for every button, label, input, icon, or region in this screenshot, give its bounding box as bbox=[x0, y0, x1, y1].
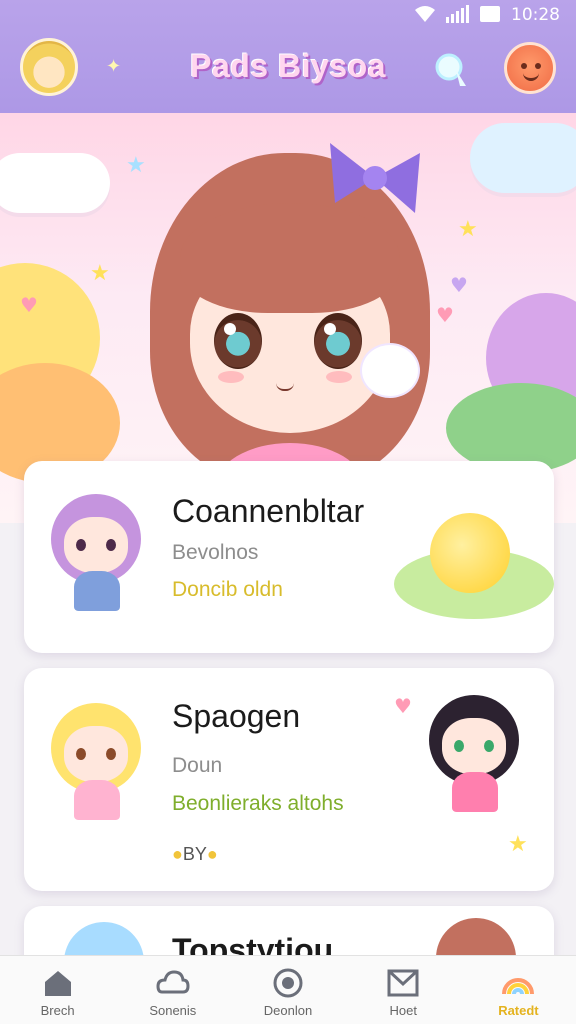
heart-icon: ♥ bbox=[394, 694, 412, 718]
card-badge: ●BY● bbox=[172, 844, 218, 864]
nav-label: Sonenis bbox=[149, 1003, 197, 1018]
bottom-navigation: Brech Sonenis Deonlon Hoet Ratedt bbox=[0, 955, 576, 1024]
nav-item-home[interactable]: Brech bbox=[0, 956, 115, 1024]
status-bar: 10:28 bbox=[0, 0, 576, 30]
nav-label: Hoet bbox=[389, 1003, 417, 1018]
app-header: 10:28 ✦ Pads Biysoa bbox=[0, 0, 576, 113]
signal-icon bbox=[446, 5, 469, 23]
card-detail: Doncib oldn bbox=[172, 578, 283, 601]
star-icon: ★ bbox=[90, 261, 110, 286]
nav-item-hoet[interactable]: Hoet bbox=[346, 956, 461, 1024]
character-card[interactable]: Coannenbltar Bevolnos Doncib oldn bbox=[24, 461, 554, 653]
inbox-icon bbox=[387, 969, 419, 997]
status-time: 10:28 bbox=[511, 5, 560, 25]
bow-icon bbox=[330, 143, 420, 213]
rainbow-icon bbox=[502, 978, 535, 995]
card-subtitle: Bevolnos bbox=[172, 541, 259, 564]
star-icon: ★ bbox=[126, 153, 146, 178]
chick-illustration bbox=[360, 343, 420, 398]
eye-icon bbox=[521, 63, 527, 69]
app-title: Pads Biysoa bbox=[190, 48, 386, 84]
profile-button[interactable] bbox=[504, 42, 556, 94]
heart-icon: ♥ bbox=[20, 293, 38, 317]
coin-icon: ● bbox=[206, 844, 218, 864]
nav-label: Deonlon bbox=[263, 1003, 313, 1018]
smile-icon bbox=[523, 73, 539, 81]
cloud-icon bbox=[156, 970, 190, 994]
star-icon: ★ bbox=[508, 832, 528, 857]
search-icon[interactable] bbox=[432, 50, 472, 90]
card-title: Coannenbltar bbox=[172, 493, 365, 529]
blush bbox=[218, 371, 244, 383]
wifi-icon bbox=[415, 6, 435, 22]
nav-item-deonlon[interactable]: Deonlon bbox=[230, 956, 345, 1024]
heart-icon: ♥ bbox=[436, 303, 454, 327]
nav-item-sonenis[interactable]: Sonenis bbox=[115, 956, 230, 1024]
character-card[interactable]: Spaogen Doun Beonlieraks altohs ●BY● ♥ ★ bbox=[24, 668, 554, 891]
card-detail: Beonlieraks altohs bbox=[172, 792, 344, 815]
disc-icon bbox=[273, 968, 303, 998]
nav-label: Brech bbox=[40, 1003, 75, 1018]
cloud-illustration bbox=[470, 123, 576, 193]
card-subtitle: Doun bbox=[172, 754, 223, 777]
card-title: Spaogen bbox=[172, 698, 301, 734]
nav-label: Ratedt bbox=[498, 1003, 539, 1018]
yellow-chick-illustration bbox=[430, 513, 510, 593]
nav-item-ratedt[interactable]: Ratedt bbox=[461, 956, 576, 1024]
chibi-character bbox=[424, 690, 524, 820]
blush bbox=[326, 371, 352, 383]
bush-illustration bbox=[446, 383, 576, 473]
chibi-character bbox=[46, 698, 146, 828]
coin-icon: ● bbox=[172, 844, 183, 864]
girl-eye bbox=[214, 313, 262, 369]
eye-icon bbox=[535, 63, 541, 69]
heart-icon: ♥ bbox=[450, 273, 468, 297]
battery-icon bbox=[480, 6, 500, 22]
chibi-character bbox=[46, 489, 146, 619]
cloud-illustration bbox=[0, 153, 110, 213]
star-icon: ★ bbox=[458, 217, 478, 242]
girl-eye bbox=[314, 313, 362, 369]
home-icon bbox=[44, 971, 71, 996]
